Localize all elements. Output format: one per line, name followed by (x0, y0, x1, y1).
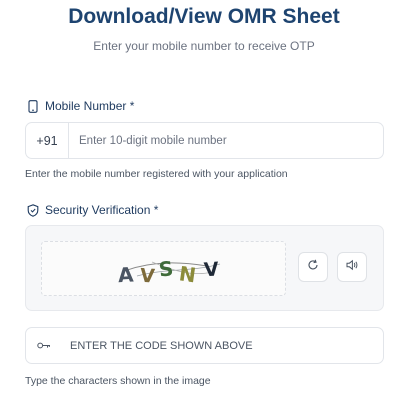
country-code-prefix: +91 (26, 123, 69, 158)
mobile-number-field: +91 (25, 122, 384, 159)
captcha-code-field (25, 327, 384, 364)
speaker-icon (346, 258, 359, 276)
key-icon (26, 341, 62, 350)
captcha-char: V (203, 258, 219, 281)
mobile-help-text: Enter the mobile number registered with … (25, 168, 288, 180)
captcha-image: A V S N V (41, 241, 286, 296)
refresh-icon (307, 258, 319, 276)
refresh-captcha-button[interactable] (298, 252, 328, 282)
captcha-code-input[interactable] (62, 327, 383, 364)
captcha-help-text: Type the characters shown in the image (25, 375, 211, 387)
page-title: Download/View OMR Sheet (68, 5, 340, 28)
captcha-char: V (139, 265, 155, 288)
mobile-number-label-text: Mobile Number * (45, 99, 135, 113)
captcha-char: A (117, 262, 134, 287)
security-verification-label: Security Verification * (27, 203, 158, 217)
shield-icon (27, 203, 39, 217)
mobile-number-label: Mobile Number * (27, 99, 134, 113)
security-verification-label-text: Security Verification * (45, 203, 159, 217)
captcha-panel: A V S N V (25, 225, 384, 311)
phone-icon (27, 99, 39, 113)
audio-captcha-button[interactable] (337, 252, 367, 282)
captcha-char: S (158, 256, 175, 281)
page-subtitle: Enter your mobile number to receive OTP (93, 39, 315, 53)
mobile-number-input[interactable] (69, 122, 383, 159)
captcha-char: N (178, 261, 198, 287)
